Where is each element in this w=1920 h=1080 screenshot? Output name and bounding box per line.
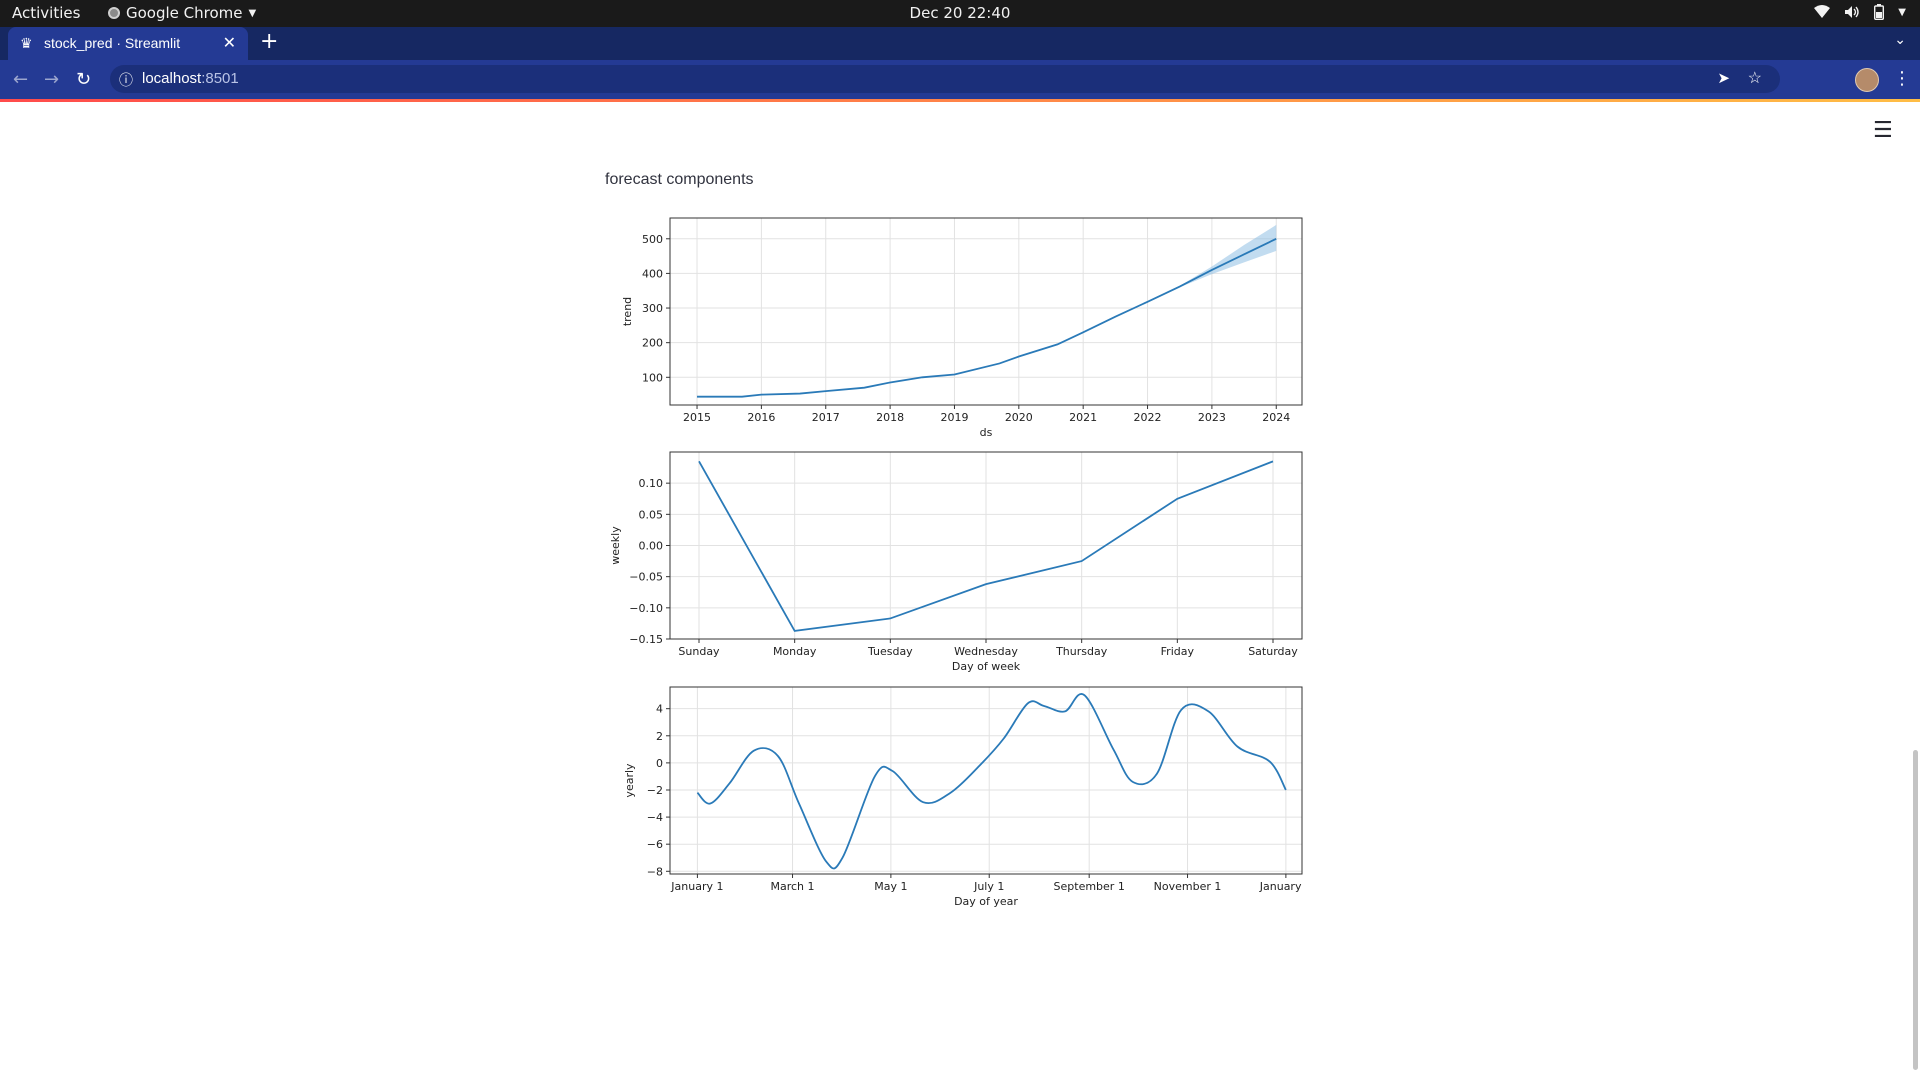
browser-menu-kebab-icon[interactable]: ⋮	[1893, 68, 1911, 89]
x-tick-label: July 1	[973, 880, 1004, 893]
new-tab-plus-icon[interactable]: +	[260, 29, 278, 54]
forecast-components-figure: 2015 2016 2017 2018 2019 2020 2021 2022 2023 2024…	[609, 217, 1305, 908]
trend-panel: 2015 2016 2017 2018 2019 2020 2021 2022 2023 2024…	[621, 217, 1303, 439]
x-tick-label: Wednesday	[954, 645, 1018, 658]
browser-toolbar: ← → ↻ ⓘ localhost:8501 ➤ ☆ ⋮	[0, 60, 1920, 99]
page-scrollbar[interactable]	[1913, 750, 1918, 1070]
x-axis-label: Day of week	[952, 660, 1021, 673]
send-tab-icon[interactable]: ➤	[1717, 69, 1730, 87]
y-tick-label: 4	[656, 703, 663, 716]
clock[interactable]: Dec 20 22:40	[910, 4, 1011, 22]
system-menu-caret-icon: ▼	[1898, 6, 1906, 18]
x-tick-label: May 1	[874, 880, 907, 893]
x-tick-label: 2015	[683, 411, 711, 424]
close-tab-icon[interactable]: ✕	[223, 33, 236, 53]
y-tick-label: 0	[656, 757, 663, 770]
battery-icon	[1874, 4, 1885, 20]
tab-stock-pred[interactable]: ♛ stock_pred · Streamlit ✕	[8, 27, 248, 60]
x-tick-label: 2023	[1198, 411, 1226, 424]
app-menu-label: Google Chrome	[126, 4, 243, 22]
app-menu[interactable]: Google Chrome ▼	[108, 4, 256, 22]
axes-frame	[669, 686, 1303, 875]
site-info-icon[interactable]: ⓘ	[119, 70, 133, 90]
x-tick-label: Tuesday	[867, 645, 913, 658]
tab-search-chevron-icon[interactable]: ⌄	[1894, 32, 1906, 48]
y-tick-label: 300	[642, 302, 663, 315]
y-tick-label: −0.10	[629, 602, 663, 615]
x-tick-label: January 1	[670, 880, 723, 893]
x-axis-label: ds	[980, 426, 993, 439]
forward-arrow-icon[interactable]: →	[44, 69, 59, 90]
reload-icon[interactable]: ↻	[76, 69, 91, 90]
y-tick-label: 0.10	[639, 477, 664, 490]
x-tick-label: 2022	[1134, 411, 1162, 424]
y-tick-label: −0.15	[629, 633, 663, 646]
back-arrow-icon[interactable]: ←	[13, 69, 28, 90]
y-axis-label: trend	[621, 297, 634, 326]
y-tick-label: −0.05	[629, 571, 663, 584]
volume-icon	[1845, 6, 1859, 18]
y-tick-label: 0.05	[639, 508, 664, 521]
system-tray[interactable]: ▼	[1814, 4, 1906, 20]
bookmark-star-icon[interactable]: ☆	[1748, 68, 1762, 88]
trend-series-line	[697, 237, 1277, 398]
x-tick-label: March 1	[771, 880, 815, 893]
x-tick-label: 2021	[1069, 411, 1097, 424]
y-tick-label: 200	[642, 337, 663, 350]
main-menu-hamburger-icon[interactable]: ☰	[1873, 118, 1893, 143]
x-tick-label: Thursday	[1055, 645, 1108, 658]
x-axis-label: Day of year	[954, 895, 1018, 908]
x-tick-label: 2024	[1262, 411, 1290, 424]
x-tick-label: 2019	[940, 411, 968, 424]
x-tick-label: September 1	[1054, 880, 1125, 893]
x-tick-label: November 1	[1154, 880, 1222, 893]
x-tick-label: 2016	[747, 411, 775, 424]
x-tick-label: Monday	[773, 645, 817, 658]
x-tick-label: Friday	[1161, 645, 1195, 658]
caret-down-icon: ▼	[248, 7, 257, 19]
profile-avatar[interactable]	[1855, 68, 1879, 92]
trend-uncertainty-band	[1179, 224, 1277, 288]
chrome-icon	[108, 7, 120, 19]
url-host: localhost	[142, 70, 202, 87]
y-tick-label: 100	[642, 371, 663, 384]
y-tick-label: −2	[647, 784, 663, 797]
streamlit-crown-icon: ♛	[20, 35, 33, 51]
system-top-bar: Activities Google Chrome ▼ Dec 20 22:40 …	[0, 0, 1920, 27]
y-axis-label: yearly	[623, 763, 636, 798]
y-tick-label: −4	[647, 811, 663, 824]
y-tick-label: 500	[642, 233, 663, 246]
x-tick-label: Sunday	[678, 645, 720, 658]
yearly-panel: January 1 March 1 May 1 July 1 September 1 No…	[623, 686, 1305, 908]
y-tick-label: 400	[642, 267, 663, 280]
x-tick-label: January 1	[1259, 880, 1305, 893]
x-tick-label: 2018	[876, 411, 904, 424]
forecast-components-caption: forecast components	[605, 171, 754, 188]
yearly-series-line	[696, 693, 1287, 870]
y-axis-label: weekly	[609, 526, 622, 565]
tab-title: stock_pred · Streamlit	[44, 35, 181, 51]
y-tick-label: 2	[656, 730, 663, 743]
y-tick-label: 0.00	[639, 540, 664, 553]
url-port: :8501	[201, 70, 239, 87]
x-tick-label: 2017	[812, 411, 840, 424]
wifi-icon	[1814, 5, 1831, 18]
address-bar[interactable]: ⓘ localhost:8501 ➤ ☆	[110, 65, 1780, 93]
streamlit-header-decoration	[0, 99, 1920, 102]
x-tick-label: Saturday	[1248, 645, 1298, 658]
tab-strip: ♛ stock_pred · Streamlit ✕ + ⌄	[0, 27, 1920, 60]
y-tick-label: −6	[647, 838, 663, 851]
x-tick-label: 2020	[1005, 411, 1033, 424]
weekly-panel: Sunday Monday Tuesday Wednesday Thursday Frid…	[609, 451, 1303, 673]
activities-button[interactable]: Activities	[12, 4, 80, 22]
y-tick-label: −8	[647, 865, 663, 878]
